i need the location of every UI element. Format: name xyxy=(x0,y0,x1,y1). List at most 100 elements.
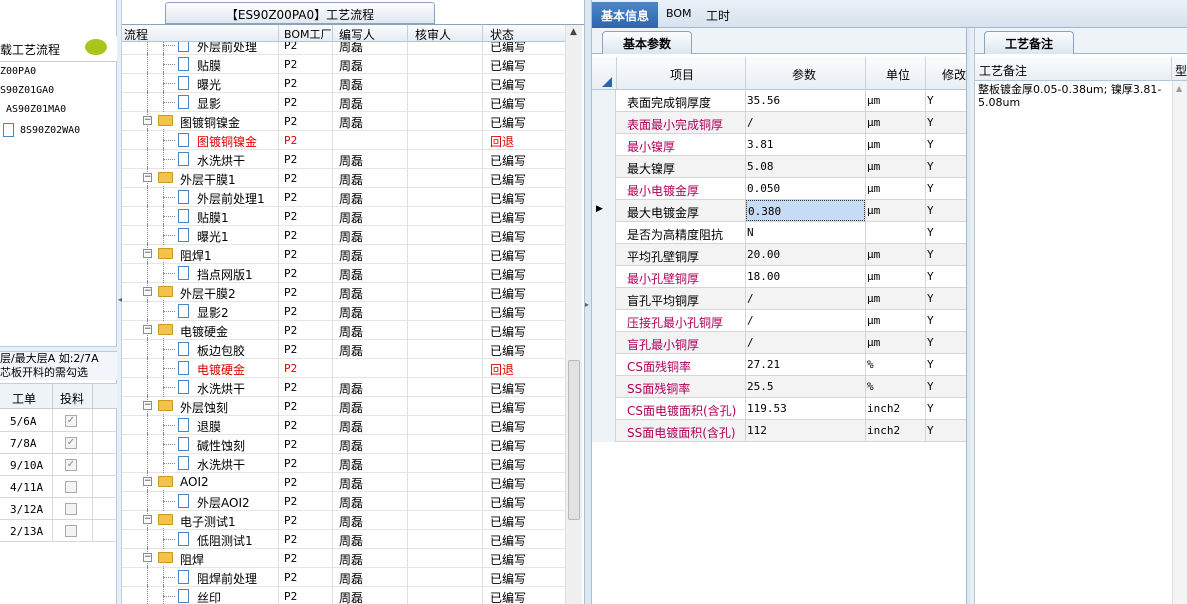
feed-checkbox[interactable]: ✓ xyxy=(65,415,77,427)
tree-scrollbar[interactable]: ▲ xyxy=(565,25,582,604)
work-order-row[interactable]: 7/8A ✓ xyxy=(0,432,117,454)
tree-row[interactable]: 曝光 P2 周磊 已编写 xyxy=(122,72,568,93)
work-order-row[interactable]: 9/10A ✓ xyxy=(0,454,117,476)
param-row[interactable]: 最小镍厚 3.81 μm Y xyxy=(592,134,966,156)
tab-basic-params[interactable]: 基本参数 xyxy=(602,31,692,54)
row-header[interactable] xyxy=(592,90,616,112)
param-value[interactable]: 0.050 xyxy=(746,178,865,199)
param-value[interactable]: 5.08 xyxy=(746,156,865,177)
param-row[interactable]: 是否为高精度阻抗 N Y xyxy=(592,222,966,244)
tab-basic-info[interactable]: 基本信息 xyxy=(592,2,658,28)
param-row[interactable]: 表面完成铜厚度 35.56 μm Y xyxy=(592,90,966,112)
param-row[interactable]: 最小孔壁铜厚 18.00 μm Y xyxy=(592,266,966,288)
param-value[interactable]: / xyxy=(746,288,865,309)
tree-row[interactable]: 曝光1 P2 周磊 已编写 xyxy=(122,224,568,245)
param-value[interactable]: 35.56 xyxy=(746,90,865,111)
tree-row[interactable]: 水洗烘干 P2 周磊 已编写 xyxy=(122,148,568,169)
work-order-row[interactable]: 3/12A xyxy=(0,498,117,520)
tab-hours[interactable]: 工时 xyxy=(706,7,730,24)
row-header[interactable] xyxy=(592,112,616,134)
tree-row[interactable]: 挡点网版1 P2 周磊 已编写 xyxy=(122,262,568,283)
tree-row[interactable]: 图镀铜镍金 P2 回退 xyxy=(122,129,568,150)
scroll-up-icon[interactable]: ▲ xyxy=(1176,84,1182,93)
scroll-thumb[interactable] xyxy=(568,360,580,520)
tree-row[interactable]: 水洗烘干 P2 周磊 已编写 xyxy=(122,376,568,397)
tree-row[interactable]: 阻焊前处理 P2 周磊 已编写 xyxy=(122,566,568,587)
param-value[interactable]: / xyxy=(746,310,865,331)
tree-row[interactable]: − AOI2 P2 周磊 已编写 xyxy=(122,471,568,492)
collapse-icon[interactable]: − xyxy=(143,553,152,562)
row-header[interactable] xyxy=(592,420,616,442)
tree-row[interactable]: 显影 P2 周磊 已编写 xyxy=(122,91,568,112)
tree-row[interactable]: 贴膜1 P2 周磊 已编写 xyxy=(122,205,568,226)
row-header[interactable] xyxy=(592,310,616,332)
left-tree-item[interactable]: Z00PA0 xyxy=(0,66,36,85)
feed-checkbox[interactable]: ✓ xyxy=(65,459,77,471)
tab-bom[interactable]: BOM xyxy=(666,7,692,20)
work-order-row[interactable]: 5/6A ✓ xyxy=(0,410,117,432)
remark-scrollbar[interactable]: ▲ xyxy=(1172,81,1187,604)
feed-checkbox[interactable] xyxy=(65,503,77,515)
row-header[interactable] xyxy=(592,376,616,398)
collapse-icon[interactable]: − xyxy=(143,515,152,524)
tree-row[interactable]: 外层前处理1 P2 周磊 已编写 xyxy=(122,186,568,207)
collapse-icon[interactable]: − xyxy=(143,477,152,486)
param-value[interactable]: 112 xyxy=(746,420,865,441)
row-header[interactable] xyxy=(592,332,616,354)
param-value[interactable]: 0.380 xyxy=(746,200,865,221)
param-value[interactable]: 20.00 xyxy=(746,244,865,265)
param-row[interactable]: ▶ 最大电镀金厚 0.380 μm Y xyxy=(592,200,966,222)
row-header[interactable] xyxy=(592,222,616,244)
tree-row[interactable]: 贴膜 P2 周磊 已编写 xyxy=(122,53,568,74)
tree-row[interactable]: − 阻焊1 P2 周磊 已编写 xyxy=(122,243,568,264)
tree-row[interactable]: 碱性蚀刻 P2 周磊 已编写 xyxy=(122,433,568,454)
param-row[interactable]: 压接孔最小孔铜厚 / μm Y xyxy=(592,310,966,332)
tab-process-flow[interactable]: 【ES90Z00PA0】工艺流程 xyxy=(165,2,435,24)
tree-row[interactable]: 板边包胶 P2 周磊 已编写 xyxy=(122,338,568,359)
tree-row[interactable]: − 外层蚀刻 P2 周磊 已编写 xyxy=(122,395,568,416)
tree-row[interactable]: 低阻测试1 P2 周磊 已编写 xyxy=(122,528,568,549)
param-value[interactable]: 25.5 xyxy=(746,376,865,397)
feed-checkbox[interactable] xyxy=(65,525,77,537)
remark-text[interactable]: 整板镀金厚0.05-0.38um; 镍厚3.81-5.08um xyxy=(975,81,1171,604)
row-header[interactable] xyxy=(592,178,616,200)
param-value[interactable]: 27.21 xyxy=(746,354,865,375)
param-value[interactable]: / xyxy=(746,332,865,353)
feed-checkbox[interactable] xyxy=(65,481,77,493)
collapse-icon[interactable]: − xyxy=(143,173,152,182)
param-row[interactable]: 平均孔壁铜厚 20.00 μm Y xyxy=(592,244,966,266)
tree-row[interactable]: 外层前处理 P2 周磊 已编写 xyxy=(122,42,568,55)
collapse-icon[interactable]: − xyxy=(143,116,152,125)
row-header[interactable] xyxy=(592,398,616,420)
param-row[interactable]: 盲孔最小铜厚 / μm Y xyxy=(592,332,966,354)
param-row[interactable]: CS面电镀面积(含孔) 119.53 inch2 Y xyxy=(592,398,966,420)
tree-row[interactable]: − 阻焊 P2 周磊 已编写 xyxy=(122,547,568,568)
left-tree-item[interactable]: AS90Z01MA0 xyxy=(6,104,66,123)
param-row[interactable]: SS面电镀面积(含孔) 112 inch2 Y xyxy=(592,420,966,442)
right-splitter[interactable]: ▸ xyxy=(584,0,592,604)
param-row[interactable]: 表面最小完成铜厚 / μm Y xyxy=(592,112,966,134)
param-value[interactable]: N xyxy=(746,222,865,243)
param-value[interactable]: 3.81 xyxy=(746,134,865,155)
collapse-icon[interactable]: − xyxy=(143,325,152,334)
param-value[interactable]: 119.53 xyxy=(746,398,865,419)
tree-row[interactable]: − 外层干膜2 P2 周磊 已编写 xyxy=(122,281,568,302)
tree-row[interactable]: 电镀硬金 P2 回退 xyxy=(122,357,568,378)
left-tree-item[interactable]: S90Z01GA0 xyxy=(0,85,54,104)
collapse-icon[interactable]: − xyxy=(143,401,152,410)
tree-row[interactable]: 显影2 P2 周磊 已编写 xyxy=(122,300,568,321)
param-row[interactable]: 最大镍厚 5.08 μm Y xyxy=(592,156,966,178)
tree-row[interactable]: − 图镀铜镍金 P2 周磊 已编写 xyxy=(122,110,568,131)
tree-row[interactable]: − 电镀硬金 P2 周磊 已编写 xyxy=(122,319,568,340)
tab-process-remark[interactable]: 工艺备注 xyxy=(984,31,1074,54)
row-header[interactable]: ▶ xyxy=(592,200,616,222)
chat-bubble-icon[interactable] xyxy=(85,39,107,55)
param-value[interactable]: / xyxy=(746,112,865,133)
tree-row[interactable]: − 电子测试1 P2 周磊 已编写 xyxy=(122,509,568,530)
scroll-up-icon[interactable]: ▲ xyxy=(570,27,577,37)
row-header[interactable] xyxy=(592,134,616,156)
row-header[interactable] xyxy=(592,354,616,376)
row-header[interactable] xyxy=(592,266,616,288)
param-row[interactable]: CS面残铜率 27.21% Y xyxy=(592,354,966,376)
collapse-icon[interactable]: − xyxy=(143,249,152,258)
